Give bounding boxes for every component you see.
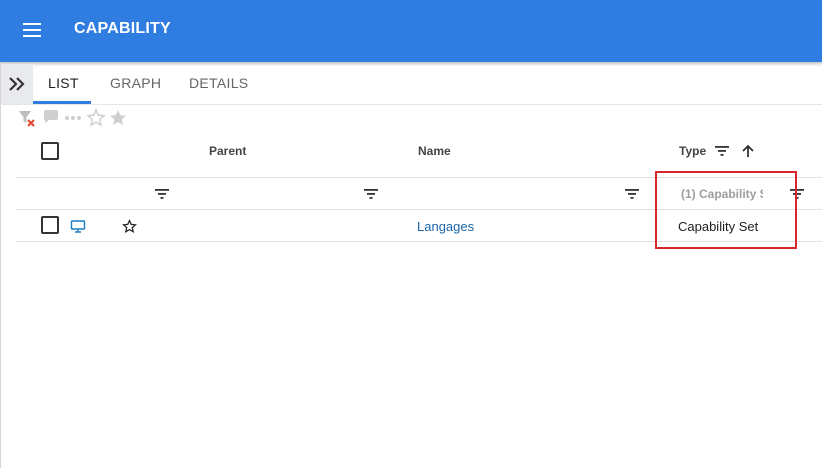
star-filled-icon[interactable] <box>108 108 128 128</box>
double-chevron-right-icon <box>9 77 25 91</box>
column-header-name[interactable]: Name <box>418 144 451 158</box>
parent-filter-icon[interactable] <box>154 187 170 201</box>
name-filter-icon[interactable] <box>363 187 379 201</box>
active-tab-indicator <box>33 101 91 104</box>
tab-bar: LIST GRAPH DETAILS <box>0 64 822 105</box>
tab-graph[interactable]: GRAPH <box>110 75 161 91</box>
filter-clear-icon[interactable] <box>18 109 38 129</box>
tab-list[interactable]: LIST <box>48 75 79 91</box>
row-select-checkbox[interactable] <box>41 216 59 234</box>
app-bar: CAPABILITY <box>0 0 822 62</box>
hamburger-menu-icon[interactable] <box>22 21 42 39</box>
tab-details[interactable]: DETAILS <box>189 75 248 91</box>
row-name-link[interactable]: Langages <box>417 219 474 234</box>
highlight-box <box>655 171 797 249</box>
comment-icon[interactable] <box>42 108 60 126</box>
column-header-parent[interactable]: Parent <box>209 144 246 158</box>
list-toolbar <box>16 108 146 130</box>
column-filter-icon[interactable] <box>624 187 640 201</box>
left-border <box>0 62 1 468</box>
favorite-star-icon[interactable] <box>122 219 137 234</box>
expand-panel-button[interactable] <box>1 64 33 104</box>
filter-lines-icon[interactable] <box>714 144 730 158</box>
select-all-checkbox[interactable] <box>41 142 59 160</box>
column-header-type[interactable]: Type <box>679 144 706 158</box>
sort-ascending-icon[interactable] <box>740 143 756 159</box>
star-outline-icon[interactable] <box>86 108 106 128</box>
monitor-icon[interactable] <box>70 220 86 233</box>
more-horizontal-icon[interactable] <box>64 110 82 124</box>
app-title: CAPABILITY <box>74 20 171 37</box>
